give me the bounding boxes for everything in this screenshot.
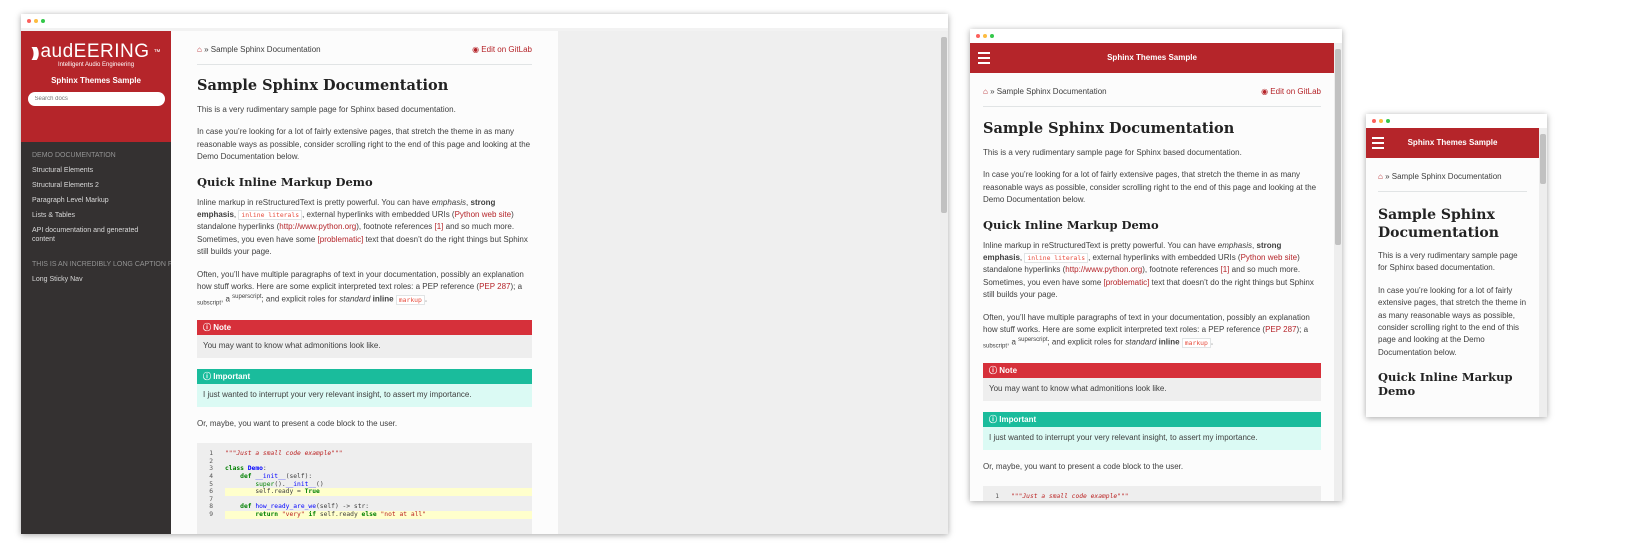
mobile-header: Sphinx Themes Sample <box>970 43 1334 73</box>
nav-item-paragraph-markup[interactable]: Paragraph Level Markup <box>21 193 171 208</box>
problematic-link[interactable]: [problematic] <box>318 235 364 244</box>
nav-caption: DEMO DOCUMENTATION <box>32 152 116 159</box>
home-icon[interactable]: ⌂ <box>983 87 988 96</box>
code-intro: Or, maybe, you want to present a code bl… <box>197 418 398 428</box>
breadcrumb: ⌂ » Sample Sphinx Documentation ◉ Edit o… <box>983 87 1321 96</box>
intro-paragraph: This is a very rudimentary sample page f… <box>197 105 456 114</box>
window-titlebar <box>970 29 1342 43</box>
info-icon: ⓘ <box>989 365 997 375</box>
close-dot[interactable] <box>1372 119 1376 123</box>
brand-tm: ™ <box>153 48 161 56</box>
close-dot[interactable] <box>27 19 31 23</box>
info-icon: ⓘ <box>203 322 211 332</box>
divider <box>197 64 532 65</box>
nav-item-structural-elements[interactable]: Structural Elements <box>21 163 171 178</box>
roles-paragraph: Often, you’ll have multiple paragraphs o… <box>197 269 524 307</box>
paragraph-2: In case you’re looking for a lot of fair… <box>1378 285 1527 357</box>
close-dot[interactable] <box>976 34 980 38</box>
code-block: 1"""Just a small code example""" 2 3clas… <box>197 443 532 534</box>
hamburger-icon[interactable] <box>1372 137 1384 149</box>
minimize-dot[interactable] <box>34 19 38 23</box>
code-intro: Or, maybe, you want to present a code bl… <box>983 461 1184 471</box>
section-heading: Quick Inline Markup Demo <box>197 174 373 189</box>
code-block: 1"""Just a small code example""" 2 3clas… <box>983 486 1321 501</box>
note-admonition: ⓘ Note You may want to know what admonit… <box>197 319 532 358</box>
edit-on-gitlab-link[interactable]: ◉ Edit on GitLab <box>1261 87 1321 96</box>
pep-link[interactable]: PEP 287 <box>479 282 510 291</box>
project-name[interactable]: Sphinx Themes Sample <box>1408 138 1498 147</box>
wave-icon: ))) <box>31 44 39 60</box>
inline-markup-paragraph: Inline markup in reStructuredText is pre… <box>983 240 1314 300</box>
brand-logo[interactable]: ))) audEERING ™ <box>21 41 171 63</box>
tablet-window: Sphinx Themes Sample ⌂ » Sample Sphinx D… <box>970 29 1342 501</box>
brand-name: audEERING <box>40 41 150 62</box>
window-titlebar <box>1366 114 1547 128</box>
home-icon[interactable]: ⌂ <box>1378 172 1383 181</box>
nav-item-api-docs[interactable]: API documentation and generated content <box>21 223 171 247</box>
minimize-dot[interactable] <box>983 34 987 38</box>
page-title: Sample Sphinx Documentation <box>197 77 449 94</box>
paragraph-2: In case you’re looking for a lot of fair… <box>197 127 531 162</box>
inline-markup-paragraph: Inline markup in reStructuredText is pre… <box>197 197 528 257</box>
maximize-dot[interactable] <box>41 19 45 23</box>
important-admonition: ⓘ Important I just wanted to interrupt y… <box>197 368 532 407</box>
maximize-dot[interactable] <box>990 34 994 38</box>
minimize-dot[interactable] <box>1379 119 1383 123</box>
nav-item-long-sticky[interactable]: Long Sticky Nav <box>21 272 171 287</box>
scrollbar[interactable] <box>1334 43 1342 501</box>
edit-on-gitlab-link[interactable]: ◉ Edit on GitLab <box>472 45 532 54</box>
paragraph-2: In case you’re looking for a lot of fair… <box>983 170 1317 205</box>
scrollbar[interactable] <box>1539 128 1547 417</box>
nav-caption-long: THIS IS AN INCREDIBLY LONG CAPTION FOR A… <box>32 261 171 268</box>
scrollbar[interactable] <box>940 31 948 534</box>
page-background <box>558 31 940 534</box>
python-url-link[interactable]: http://www.python.org <box>279 222 356 231</box>
info-icon: ⓘ <box>989 414 997 424</box>
phone-window: Sphinx Themes Sample ⌂ » Sample Sphinx D… <box>1366 114 1547 417</box>
python-site-link[interactable]: Python web site <box>455 210 511 219</box>
home-icon[interactable]: ⌂ <box>197 45 202 54</box>
hamburger-icon[interactable] <box>978 52 990 64</box>
breadcrumb: ⌂ » Sample Sphinx Documentation ◉ Edit o… <box>197 45 532 54</box>
note-admonition: ⓘ Note You may want to know what admonit… <box>983 362 1321 401</box>
sidebar: ))) audEERING ™ Intelligent Audio Enginee… <box>21 31 171 534</box>
nav-item-structural-elements-2[interactable]: Structural Elements 2 <box>21 178 171 193</box>
important-admonition: ⓘ Important I just wanted to interrupt y… <box>983 411 1321 450</box>
intro-paragraph: This is a very rudimentary sample page f… <box>983 148 1242 157</box>
project-name[interactable]: Sphinx Themes Sample <box>21 76 171 85</box>
project-name[interactable]: Sphinx Themes Sample <box>1107 53 1197 62</box>
window-titlebar <box>21 14 948 28</box>
desktop-window: ))) audEERING ™ Intelligent Audio Enginee… <box>21 14 948 534</box>
maximize-dot[interactable] <box>1386 119 1390 123</box>
section-heading: Quick Inline Markup Demo <box>1378 370 1513 399</box>
page-title: Sample Sphinx Documentation <box>1378 207 1499 241</box>
roles-paragraph: Often, you’ll have multiple paragraphs o… <box>983 312 1310 350</box>
section-heading: Quick Inline Markup Demo <box>983 217 1159 232</box>
nav-item-lists-tables[interactable]: Lists & Tables <box>21 208 171 223</box>
mobile-header: Sphinx Themes Sample <box>1366 128 1539 158</box>
breadcrumb: ⌂ » Sample Sphinx Documentation <box>1378 172 1502 181</box>
info-icon: ⓘ <box>203 371 211 381</box>
search-input[interactable] <box>27 92 165 106</box>
page-title: Sample Sphinx Documentation <box>983 120 1235 137</box>
intro-paragraph: This is a very rudimentary sample page f… <box>1378 251 1518 273</box>
